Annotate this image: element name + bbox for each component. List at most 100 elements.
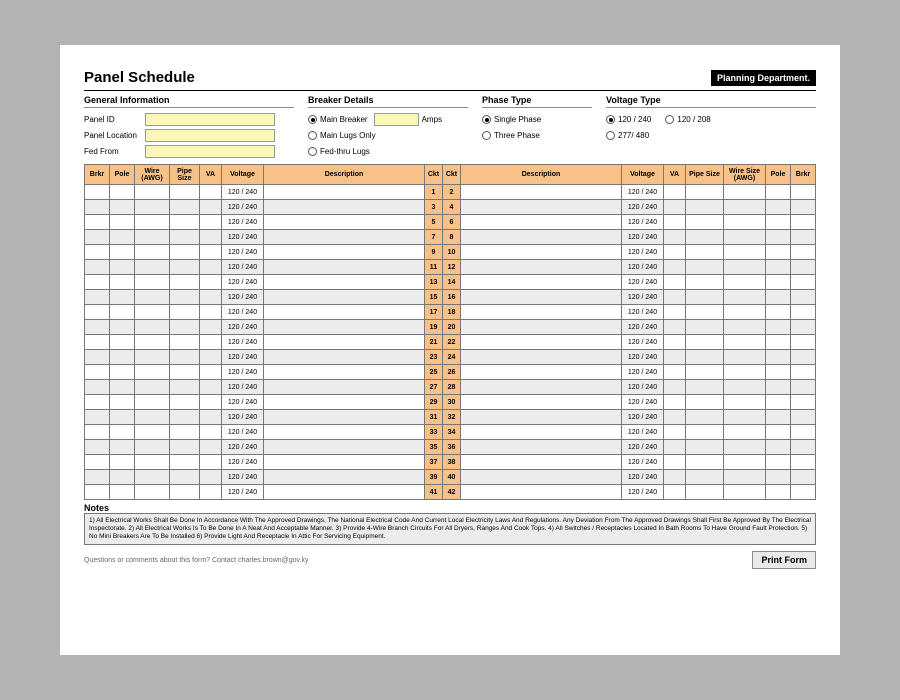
table-cell[interactable]: [461, 470, 622, 485]
table-cell[interactable]: [135, 260, 170, 275]
table-cell[interactable]: [200, 230, 222, 245]
table-cell[interactable]: 120 / 240: [622, 410, 664, 425]
table-cell[interactable]: 120 / 240: [222, 380, 264, 395]
table-cell[interactable]: [170, 395, 200, 410]
table-cell[interactable]: [766, 485, 791, 500]
table-cell[interactable]: 120 / 240: [622, 200, 664, 215]
table-cell[interactable]: [264, 455, 425, 470]
table-cell[interactable]: 120 / 240: [222, 425, 264, 440]
table-cell[interactable]: 41: [425, 485, 443, 500]
table-cell[interactable]: [664, 425, 686, 440]
table-cell[interactable]: 15: [425, 290, 443, 305]
table-cell[interactable]: [664, 440, 686, 455]
table-cell[interactable]: 23: [425, 350, 443, 365]
table-cell[interactable]: [664, 350, 686, 365]
table-cell[interactable]: [264, 305, 425, 320]
table-cell[interactable]: [686, 245, 724, 260]
table-cell[interactable]: [686, 215, 724, 230]
table-cell[interactable]: [461, 455, 622, 470]
table-cell[interactable]: [200, 200, 222, 215]
radio-main-lugs[interactable]: Main Lugs Only: [308, 129, 468, 142]
table-cell[interactable]: 120 / 240: [222, 440, 264, 455]
table-cell[interactable]: [170, 440, 200, 455]
table-cell[interactable]: [664, 200, 686, 215]
table-cell[interactable]: 120 / 240: [622, 365, 664, 380]
table-cell[interactable]: [461, 260, 622, 275]
table-cell[interactable]: [264, 485, 425, 500]
table-cell[interactable]: [85, 305, 110, 320]
table-cell[interactable]: [170, 470, 200, 485]
table-cell[interactable]: [461, 230, 622, 245]
table-cell[interactable]: [85, 485, 110, 500]
table-cell[interactable]: [110, 455, 135, 470]
table-cell[interactable]: [110, 380, 135, 395]
table-cell[interactable]: 120 / 240: [622, 245, 664, 260]
table-cell[interactable]: 30: [443, 395, 461, 410]
table-cell[interactable]: [135, 410, 170, 425]
table-cell[interactable]: 9: [425, 245, 443, 260]
table-cell[interactable]: 120 / 240: [622, 275, 664, 290]
table-cell[interactable]: [135, 485, 170, 500]
table-cell[interactable]: [170, 215, 200, 230]
table-cell[interactable]: [110, 275, 135, 290]
table-cell[interactable]: [461, 215, 622, 230]
table-cell[interactable]: [200, 395, 222, 410]
table-cell[interactable]: [461, 245, 622, 260]
table-cell[interactable]: 19: [425, 320, 443, 335]
table-cell[interactable]: [85, 425, 110, 440]
table-cell[interactable]: [264, 410, 425, 425]
table-cell[interactable]: [170, 260, 200, 275]
table-cell[interactable]: 34: [443, 425, 461, 440]
table-cell[interactable]: [724, 185, 766, 200]
table-cell[interactable]: [85, 410, 110, 425]
table-cell[interactable]: [170, 350, 200, 365]
table-cell[interactable]: [686, 290, 724, 305]
table-cell[interactable]: [110, 410, 135, 425]
table-cell[interactable]: 33: [425, 425, 443, 440]
table-cell[interactable]: 7: [425, 230, 443, 245]
table-cell[interactable]: [791, 215, 816, 230]
table-cell[interactable]: [135, 470, 170, 485]
table-cell[interactable]: [200, 185, 222, 200]
table-cell[interactable]: [791, 260, 816, 275]
table-cell[interactable]: 120 / 240: [622, 395, 664, 410]
table-cell[interactable]: [791, 410, 816, 425]
table-cell[interactable]: [791, 470, 816, 485]
table-cell[interactable]: [724, 275, 766, 290]
table-cell[interactable]: 27: [425, 380, 443, 395]
table-cell[interactable]: [264, 275, 425, 290]
table-cell[interactable]: [791, 335, 816, 350]
table-cell[interactable]: [664, 410, 686, 425]
table-cell[interactable]: [766, 260, 791, 275]
table-cell[interactable]: [200, 215, 222, 230]
table-cell[interactable]: 120 / 240: [222, 350, 264, 365]
table-cell[interactable]: [461, 290, 622, 305]
table-cell[interactable]: [135, 425, 170, 440]
table-cell[interactable]: [664, 230, 686, 245]
table-cell[interactable]: 31: [425, 410, 443, 425]
table-cell[interactable]: [664, 395, 686, 410]
table-cell[interactable]: [170, 455, 200, 470]
table-cell[interactable]: [85, 275, 110, 290]
table-cell[interactable]: 120 / 240: [222, 200, 264, 215]
table-cell[interactable]: [135, 455, 170, 470]
table-cell[interactable]: [724, 230, 766, 245]
table-cell[interactable]: [461, 365, 622, 380]
table-cell[interactable]: [110, 350, 135, 365]
radio-single-phase[interactable]: Single Phase: [482, 113, 592, 126]
table-cell[interactable]: [766, 350, 791, 365]
table-cell[interactable]: [724, 335, 766, 350]
table-cell[interactable]: [686, 260, 724, 275]
table-cell[interactable]: 120 / 240: [622, 425, 664, 440]
table-cell[interactable]: [85, 215, 110, 230]
table-cell[interactable]: [766, 410, 791, 425]
table-cell[interactable]: [110, 245, 135, 260]
table-cell[interactable]: [724, 470, 766, 485]
table-cell[interactable]: [461, 335, 622, 350]
table-cell[interactable]: [724, 320, 766, 335]
table-cell[interactable]: 120 / 240: [622, 230, 664, 245]
table-cell[interactable]: 26: [443, 365, 461, 380]
table-cell[interactable]: 28: [443, 380, 461, 395]
table-cell[interactable]: [461, 185, 622, 200]
table-cell[interactable]: [85, 200, 110, 215]
